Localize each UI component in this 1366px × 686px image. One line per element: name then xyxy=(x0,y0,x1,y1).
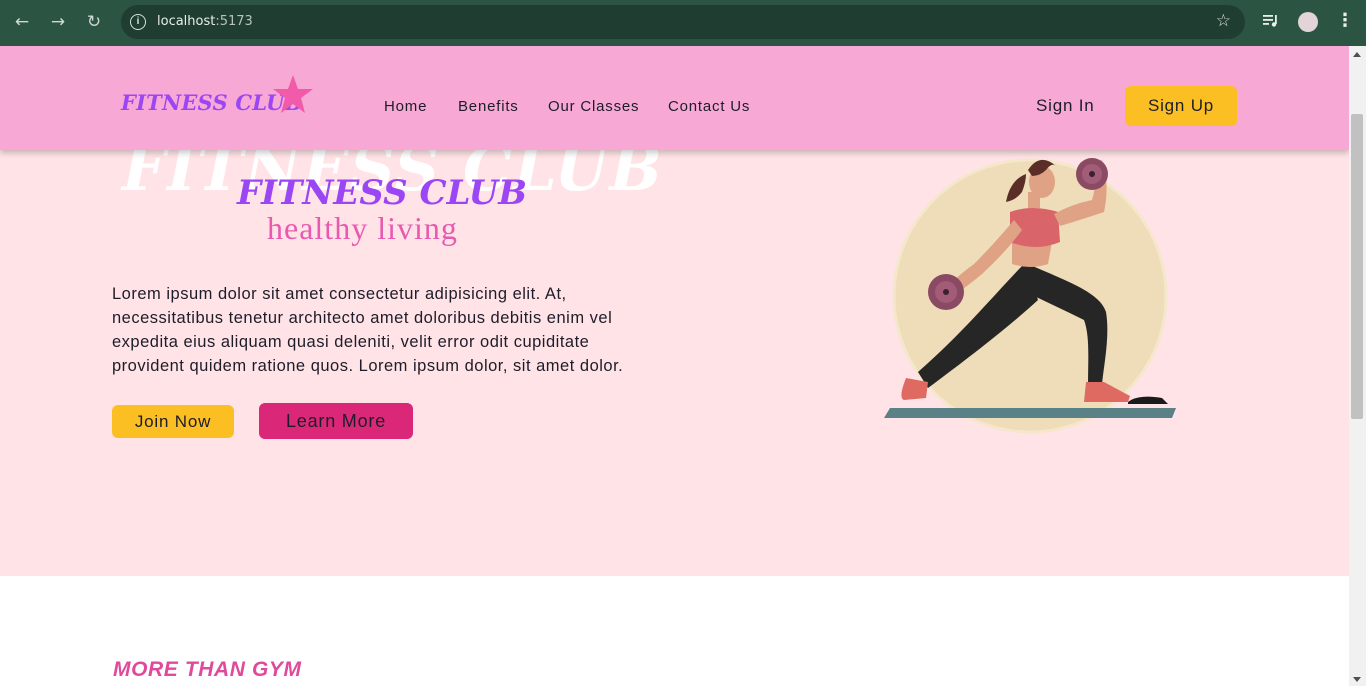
url-text[interactable]: localhost:5173 xyxy=(157,14,253,29)
browser-toolbar: ← → ↻ i localhost:5173 ☆ ⋮ xyxy=(0,0,1366,46)
hero-subtitle: healthy living xyxy=(267,210,458,246)
nav-our-classes[interactable]: Our Classes xyxy=(548,98,639,115)
page-scrollbar[interactable] xyxy=(1349,46,1366,686)
join-now-button[interactable]: Join Now xyxy=(112,405,234,438)
forward-arrow-icon[interactable]: → xyxy=(47,11,69,33)
scroll-down-arrow-icon[interactable] xyxy=(1353,677,1361,682)
bookmark-star-icon[interactable]: ☆ xyxy=(1216,11,1231,31)
hero-title: FITNESS CLUB xyxy=(237,173,528,213)
site-header: FITNESS CLUB Home Benefits Our Classes C… xyxy=(0,46,1349,150)
address-bar[interactable]: i localhost:5173 ☆ xyxy=(121,5,1245,39)
reload-icon[interactable]: ↻ xyxy=(83,11,105,33)
sign-in-link[interactable]: Sign In xyxy=(1036,96,1095,116)
site-info-icon[interactable]: i xyxy=(130,14,146,30)
scroll-up-arrow-icon[interactable] xyxy=(1353,52,1361,57)
page-viewport: FITNESS CLUB FITNESS CLUB healthy living… xyxy=(0,46,1349,686)
logo-star-icon xyxy=(273,75,313,113)
url-host: localhost xyxy=(157,14,216,29)
back-arrow-icon[interactable]: ← xyxy=(11,11,33,33)
more-menu-icon[interactable]: ⋮ xyxy=(1336,10,1354,32)
scroll-thumb[interactable] xyxy=(1351,114,1363,419)
hero-description: Lorem ipsum dolor sit amet consectetur a… xyxy=(112,285,624,375)
nav-benefits[interactable]: Benefits xyxy=(458,98,519,115)
more-than-gym-heading: MORE THAN GYM xyxy=(113,658,302,681)
profile-avatar[interactable] xyxy=(1298,12,1318,32)
sign-up-button[interactable]: Sign Up xyxy=(1125,86,1237,126)
fitness-woman-illustration xyxy=(884,158,1176,434)
nav-home[interactable]: Home xyxy=(384,98,427,115)
media-control-icon[interactable] xyxy=(1262,12,1280,30)
url-port: :5173 xyxy=(215,14,253,29)
learn-more-button[interactable]: Learn More xyxy=(259,403,413,439)
nav-contact-us[interactable]: Contact Us xyxy=(668,98,750,115)
